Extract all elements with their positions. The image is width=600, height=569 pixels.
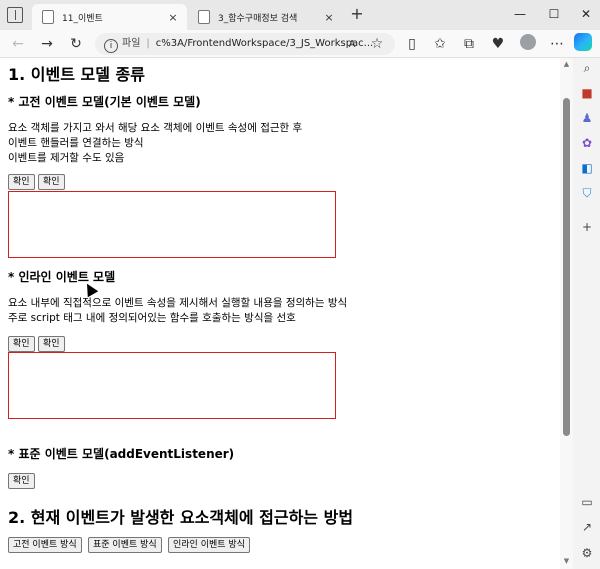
close-tab-icon[interactable]: ×	[165, 11, 181, 24]
copilot-icon[interactable]	[574, 33, 592, 51]
page-viewport: 1. 이벤트 모델 종류 * 고전 이벤트 모델(기본 이벤트 모델) 요소 객…	[0, 58, 560, 569]
extensions-icon[interactable]: ♥	[488, 34, 508, 54]
tab-events[interactable]: 11_이벤트 ×	[32, 4, 187, 30]
tab-actions-icon[interactable]	[7, 7, 23, 23]
standard-model-heading: * 표준 이벤트 모델(addEventListener)	[8, 447, 235, 461]
shopping-icon[interactable]: ⛉	[579, 185, 595, 201]
more-menu-icon[interactable]: ⋯	[547, 34, 567, 54]
scroll-down-arrow-icon[interactable]: ▼	[560, 555, 573, 567]
inline-event-method-button[interactable]: 인라인 이벤트 방식	[168, 537, 250, 553]
tab-function-search[interactable]: 3_함수구매정보 검색 ×	[188, 4, 343, 30]
close-window-button[interactable]: ✕	[576, 4, 596, 24]
current-target-heading: 2. 현재 이벤트가 발생한 요소객체에 접근하는 방법	[8, 508, 354, 527]
split-screen-icon[interactable]: ▯	[402, 34, 422, 54]
address-separator: |	[146, 38, 150, 49]
tab-label: 11_이벤트	[62, 13, 103, 24]
classic-desc-line-1: 요소 객체를 가지고 와서 해당 요소 객체에 이벤트 속성에 접근한 후	[8, 122, 303, 134]
info-icon[interactable]: i	[104, 39, 118, 53]
scroll-up-arrow-icon[interactable]: ▲	[560, 58, 573, 70]
open-external-icon[interactable]: ↗	[579, 519, 595, 535]
inline-confirm-button-1[interactable]: 확인	[8, 336, 35, 352]
file-icon	[198, 10, 210, 24]
browser-window: 11_이벤트 × 3_함수구매정보 검색 × + — ☐ ✕ ← → ↻ i 파일…	[0, 0, 600, 569]
back-arrow-icon[interactable]: ←	[8, 34, 28, 54]
tab-strip: 11_이벤트 × 3_함수구매정보 검색 × + — ☐ ✕	[0, 0, 600, 30]
search-icon[interactable]: ⌕	[579, 60, 595, 76]
scrollbar-thumb[interactable]	[563, 98, 570, 436]
profile-avatar[interactable]	[520, 34, 536, 50]
inline-confirm-button-2[interactable]: 확인	[38, 336, 65, 352]
classic-event-method-button[interactable]: 고전 이벤트 방식	[8, 537, 82, 553]
read-aloud-icon[interactable]: A	[342, 35, 362, 55]
settings-gear-icon[interactable]: ⚙	[579, 545, 595, 561]
new-tab-button[interactable]: +	[348, 6, 366, 24]
classic-confirm-button-2[interactable]: 확인	[38, 174, 65, 190]
standard-event-method-button[interactable]: 표준 이벤트 방식	[88, 537, 162, 553]
inline-desc-line-1: 요소 내부에 직접적으로 이벤트 속성을 제시해서 실행할 내용을 정의하는 방…	[8, 297, 348, 309]
classic-desc-line-2: 이벤트 핸들러를 연결하는 방식	[8, 137, 144, 149]
favorite-star-icon[interactable]: ☆	[367, 34, 387, 54]
page-title: 1. 이벤트 모델 종류	[8, 65, 145, 84]
outlook-icon[interactable]: ◧	[579, 160, 595, 176]
forward-arrow-icon[interactable]: →	[37, 34, 57, 54]
file-icon	[42, 10, 54, 24]
vertical-scrollbar[interactable]: ▲ ▼	[560, 58, 573, 569]
classic-desc-line-3: 이벤트를 제거할 수도 있음	[8, 152, 125, 164]
classic-model-heading: * 고전 이벤트 모델(기본 이벤트 모델)	[8, 95, 201, 109]
hide-sidebar-icon[interactable]: ▭	[579, 494, 595, 510]
classic-output-area	[8, 191, 336, 258]
close-tab-icon[interactable]: ×	[321, 11, 337, 24]
favorites-icon[interactable]: ✩	[430, 34, 450, 54]
inline-desc-line-2: 주로 script 태그 내에 정의되어있는 함수를 호출하는 방식을 선호	[8, 312, 296, 324]
refresh-icon[interactable]: ↻	[66, 34, 86, 54]
minimize-button[interactable]: —	[510, 4, 530, 24]
classic-confirm-button-1[interactable]: 확인	[8, 174, 35, 190]
inline-output-area	[8, 352, 336, 419]
games-icon[interactable]: ✿	[579, 135, 595, 151]
toolbox-icon[interactable]: ■	[579, 85, 595, 101]
url-text: c%3A/FrontendWorkspace/3_JS_Workspac...	[155, 38, 374, 49]
standard-confirm-button[interactable]: 확인	[8, 473, 35, 489]
maximize-button[interactable]: ☐	[544, 4, 564, 24]
edge-sidebar: ⌕ ■ ♟ ✿ ◧ ⛉ + ▭ ↗ ⚙	[573, 58, 600, 569]
collections-icon[interactable]: ⧉	[459, 34, 479, 54]
persona-icon[interactable]: ♟	[579, 110, 595, 126]
tab-label: 3_함수구매정보 검색	[218, 13, 298, 24]
scheme-label: 파일	[122, 38, 141, 49]
inline-model-heading: * 인라인 이벤트 모델	[8, 270, 116, 284]
browser-toolbar: ← → ↻ i 파일 | c%3A/FrontendWorkspace/3_JS_Wo…	[0, 30, 600, 58]
add-sidebar-app-icon[interactable]: +	[579, 219, 595, 235]
